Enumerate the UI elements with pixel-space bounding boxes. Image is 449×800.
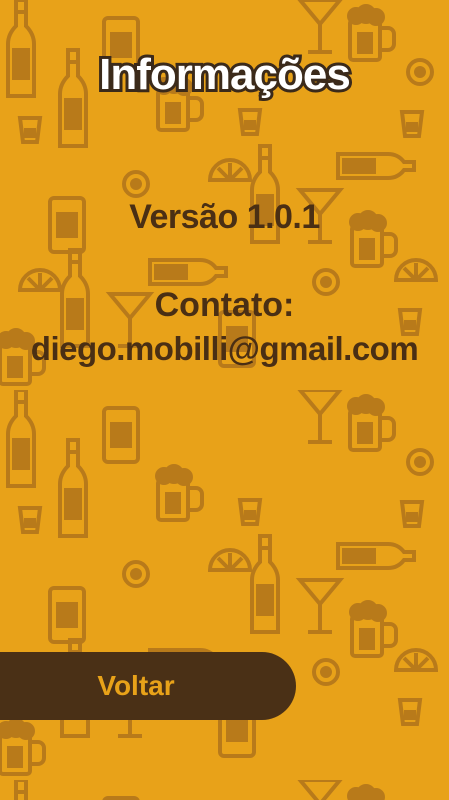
version-text: Versão 1.0.1 — [129, 198, 320, 236]
page-title: Informações — [99, 50, 351, 99]
contact-label: Contato: — [154, 286, 295, 324]
back-button-label: Voltar — [97, 670, 175, 701]
contact-email: diego.mobilli@gmail.com — [30, 330, 419, 367]
back-button[interactable]: Voltar — [0, 652, 296, 720]
